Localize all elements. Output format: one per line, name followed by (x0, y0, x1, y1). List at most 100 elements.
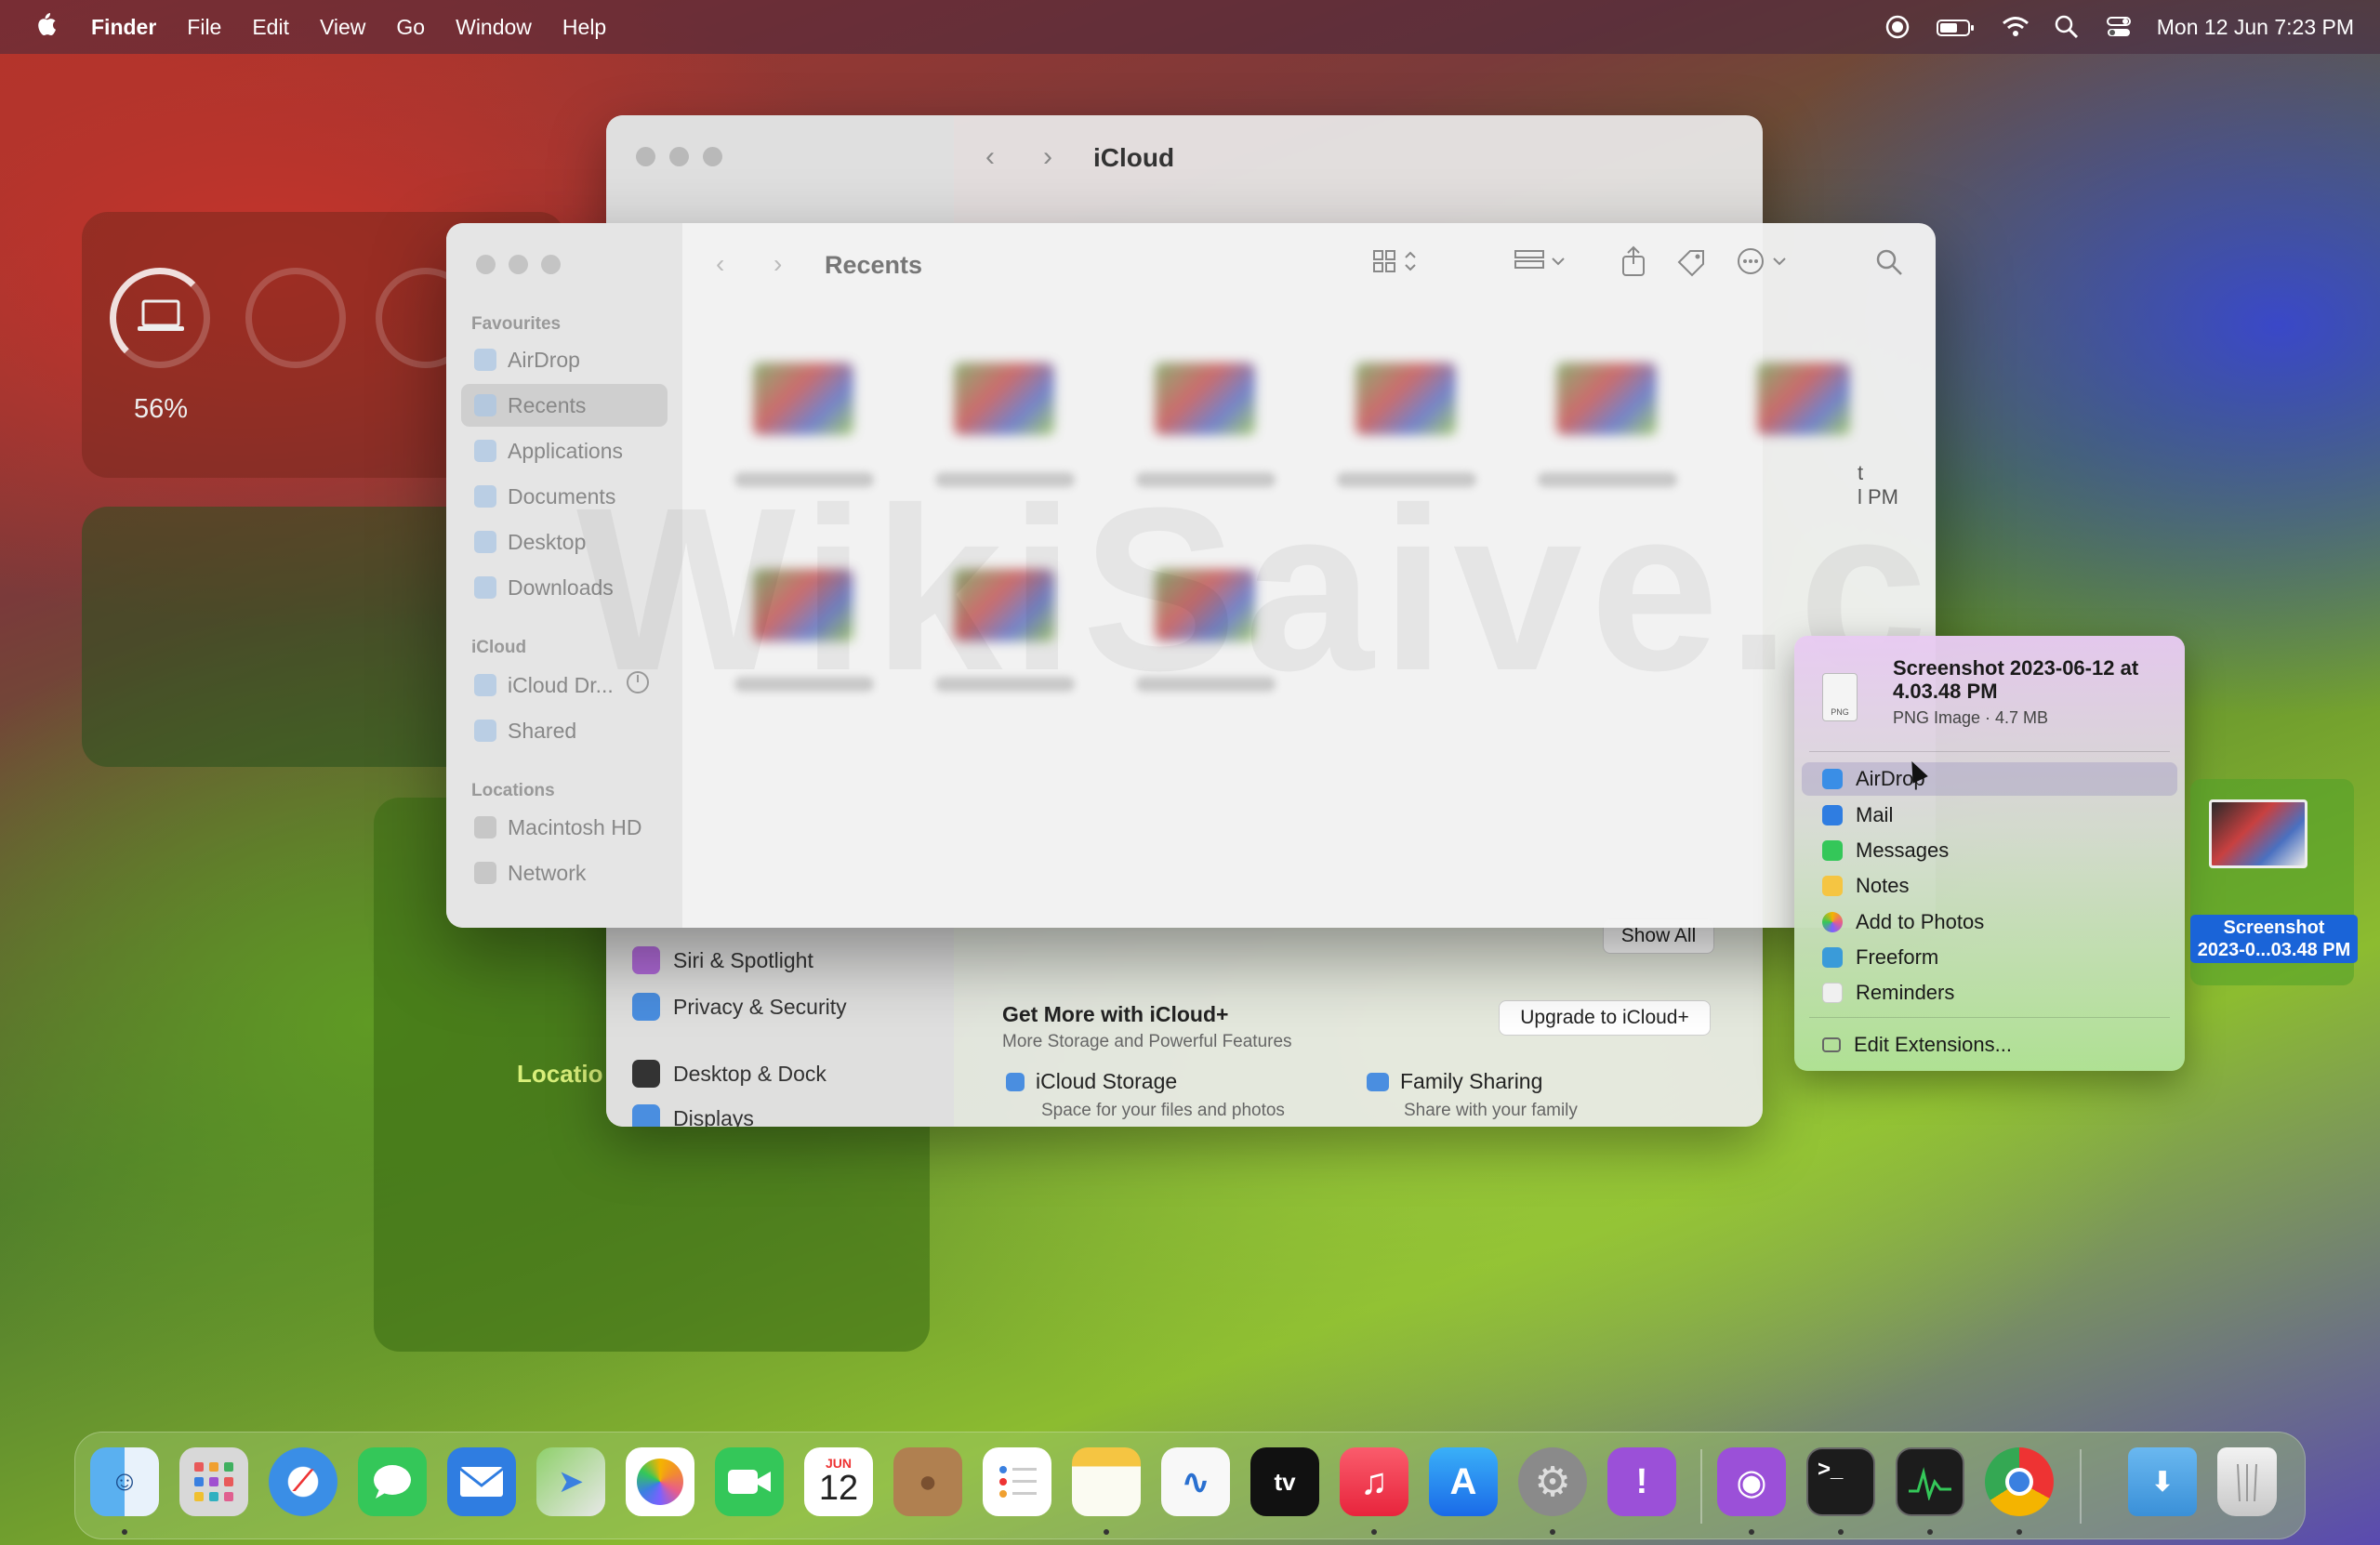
settings-page-title: iCloud (1093, 143, 1175, 172)
airdrop-icon (1822, 769, 1843, 789)
running-indicator (1371, 1529, 1377, 1535)
dock-system-settings-icon[interactable]: ⚙ (1518, 1447, 1587, 1516)
photos-icon (1822, 912, 1843, 932)
share-item-freeform[interactable]: Freeform (1802, 941, 2177, 974)
menu-edit[interactable]: Edit (252, 15, 289, 40)
dock-mail-icon[interactable] (447, 1447, 516, 1516)
search-icon[interactable] (1874, 247, 1904, 284)
apple-menu-icon[interactable] (32, 11, 60, 44)
forward-chevron-icon[interactable]: › (774, 249, 782, 279)
icloud-storage-feature[interactable]: iCloud Storage (1006, 1069, 1177, 1094)
sidebar-item-airdrop[interactable]: AirDrop (461, 338, 668, 381)
desktop-file-label: Screenshot 2023-0...03.48 PM (2190, 915, 2358, 963)
dock: ☺ ⟋ ➤ JUN 12 ● ∿ tv ♫ A ⚙ ! ◉ >_ ⬇ (74, 1432, 2306, 1539)
battery-ring-empty (245, 268, 346, 368)
running-indicator (1838, 1529, 1844, 1535)
group-by-icon[interactable] (1514, 247, 1573, 282)
more-actions-icon[interactable] (1737, 247, 1794, 282)
share-item-add-to-photos[interactable]: Add to Photos (1802, 905, 2177, 939)
hard-drive-icon (474, 816, 496, 839)
back-chevron-icon[interactable]: ‹ (716, 249, 724, 279)
minimize-window-button[interactable] (509, 255, 528, 274)
dock-facetime-icon[interactable] (715, 1447, 784, 1516)
applications-icon (474, 440, 496, 462)
zoom-window-button[interactable] (703, 147, 722, 166)
settings-item-siri-spotlight[interactable]: Siri & Spotlight (632, 946, 813, 974)
file-thumbnail[interactable] (753, 363, 853, 435)
running-indicator (1749, 1529, 1754, 1535)
dock-activity-monitor-icon[interactable] (1896, 1447, 1964, 1516)
dock-trash-icon[interactable] (2217, 1447, 2277, 1516)
dock-calendar-icon[interactable]: JUN 12 (804, 1447, 873, 1516)
forward-chevron-icon[interactable]: › (1043, 141, 1052, 173)
share-icon[interactable] (1620, 245, 1647, 284)
sidebar-section-locations: Locations (471, 781, 555, 800)
share-item-edit-extensions[interactable]: Edit Extensions... (1802, 1028, 2177, 1062)
dock-photos-icon[interactable] (626, 1447, 694, 1516)
menu-clock[interactable]: Mon 12 Jun 7:23 PM (2157, 15, 2354, 40)
screen-record-icon[interactable] (1884, 13, 1911, 41)
dock-reminders-icon[interactable] (983, 1447, 1051, 1516)
desktop-file-screenshot[interactable]: Screenshot 2023-0...03.48 PM (2190, 779, 2358, 985)
dock-notes-icon[interactable] (1072, 1447, 1141, 1516)
family-sharing-subtitle: Share with your family (1404, 1101, 1578, 1120)
file-thumbnail[interactable] (1355, 363, 1456, 435)
dock-chrome-icon[interactable] (1985, 1447, 2054, 1516)
sidebar-item-network[interactable]: Network (461, 852, 668, 894)
upgrade-icloud-button[interactable]: Upgrade to iCloud+ (1499, 1000, 1711, 1036)
wifi-icon[interactable] (2001, 13, 2029, 41)
share-item-reminders[interactable]: Reminders (1802, 976, 2177, 1010)
sidebar-item-recents[interactable]: Recents (461, 384, 668, 427)
dock-freeform-icon[interactable]: ∿ (1161, 1447, 1230, 1516)
menu-app-finder[interactable]: Finder (91, 15, 156, 40)
settings-item-displays[interactable]: Displays (632, 1104, 754, 1127)
extensions-icon (1822, 1037, 1841, 1052)
dock-downloads-folder-icon[interactable]: ⬇ (2128, 1447, 2197, 1516)
file-thumbnail[interactable] (1757, 363, 1850, 435)
battery-icon[interactable] (1936, 13, 1977, 41)
share-item-mail[interactable]: Mail (1802, 799, 2177, 832)
sidebar-section-icloud: iCloud (471, 638, 527, 657)
share-item-airdrop[interactable]: AirDrop (1802, 762, 2177, 796)
menu-help[interactable]: Help (562, 15, 606, 40)
file-thumbnail[interactable] (1556, 363, 1657, 435)
menu-go[interactable]: Go (396, 15, 425, 40)
dock-feedback-assistant-icon[interactable]: ! (1607, 1447, 1676, 1516)
zoom-window-button[interactable] (541, 255, 561, 274)
back-chevron-icon[interactable]: ‹ (985, 141, 995, 173)
menu-file[interactable]: File (187, 15, 221, 40)
sidebar-item-macintosh-hd[interactable]: Macintosh HD (461, 806, 668, 849)
settings-item-desktop-dock[interactable]: Desktop & Dock (632, 1060, 826, 1088)
png-file-icon (1822, 673, 1858, 721)
menu-view[interactable]: View (320, 15, 365, 40)
dock-tv-icon[interactable]: tv (1250, 1447, 1319, 1516)
running-indicator (2016, 1529, 2022, 1535)
dock-terminal-icon[interactable]: >_ (1806, 1447, 1875, 1516)
file-thumbnail[interactable] (954, 363, 1054, 435)
dock-podcasts-icon[interactable]: ◉ (1717, 1447, 1786, 1516)
dock-messages-icon[interactable] (358, 1447, 427, 1516)
dock-contacts-icon[interactable]: ● (893, 1447, 962, 1516)
file-thumbnail[interactable] (1155, 363, 1255, 435)
dock-app-store-icon[interactable]: A (1429, 1447, 1498, 1516)
spotlight-search-icon[interactable] (2053, 13, 2081, 41)
tag-icon[interactable] (1675, 247, 1707, 284)
menu-window[interactable]: Window (456, 15, 532, 40)
screenshot-thumbnail (2209, 799, 2307, 868)
dock-music-icon[interactable]: ♫ (1340, 1447, 1408, 1516)
close-window-button[interactable] (636, 147, 655, 166)
dock-safari-icon[interactable]: ⟋ (269, 1447, 337, 1516)
close-window-button[interactable] (476, 255, 496, 274)
dock-separator (1700, 1449, 1702, 1524)
settings-item-privacy-security[interactable]: Privacy & Security (632, 993, 847, 1021)
control-center-icon[interactable] (2105, 13, 2133, 41)
dock-finder-icon[interactable]: ☺ (90, 1447, 159, 1516)
icon-view-icon[interactable] (1372, 247, 1428, 282)
share-item-notes[interactable]: Notes (1802, 869, 2177, 903)
dock-launchpad-icon[interactable] (179, 1447, 248, 1516)
minimize-window-button[interactable] (669, 147, 689, 166)
share-item-messages[interactable]: Messages (1802, 834, 2177, 867)
family-sharing-feature[interactable]: Family Sharing (1367, 1069, 1542, 1094)
siri-icon (632, 946, 660, 974)
dock-maps-icon[interactable]: ➤ (536, 1447, 605, 1516)
